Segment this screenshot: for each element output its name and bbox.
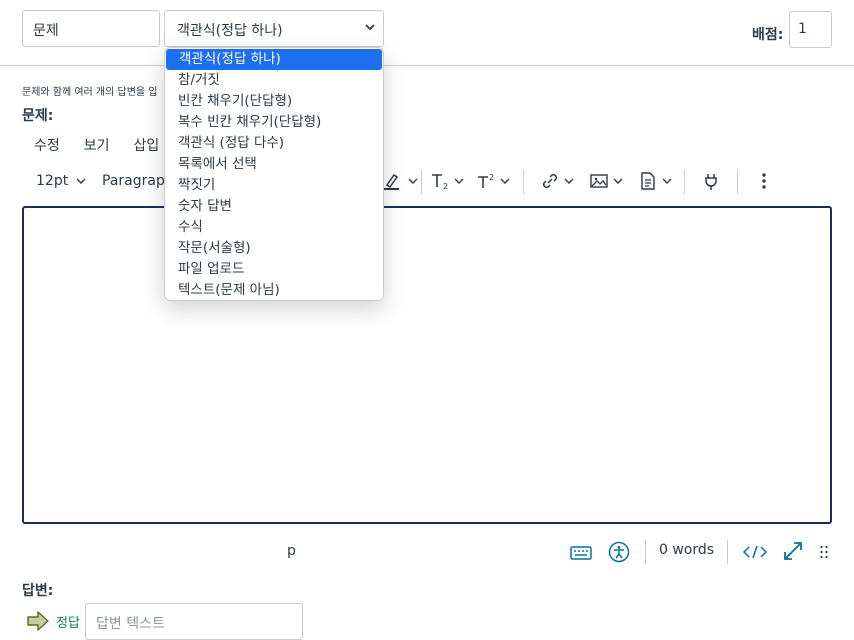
question-type-option[interactable]: 숫자 답변 [165, 196, 383, 217]
question-type-option[interactable]: 객관식(정답 하나) [166, 49, 382, 70]
arrow-right-icon [27, 611, 49, 631]
apps-plugin-button[interactable] [701, 165, 721, 197]
accessibility-icon[interactable] [608, 541, 630, 563]
chevron-down-icon [662, 178, 672, 184]
question-type-option[interactable]: 빈칸 채우기(단답형) [165, 91, 383, 112]
question-type-option[interactable]: 짝짓기 [165, 175, 383, 196]
fullscreen-icon[interactable] [782, 540, 804, 562]
superscript-button[interactable]: 2 [476, 165, 512, 197]
question-type-dropdown: 객관식(정답 하나) 참/거짓 빈칸 채우기(단답형) 복수 빈칸 채우기(단답… [164, 47, 384, 301]
question-type-selected: 객관식(정답 하나) [177, 23, 283, 39]
question-type-option[interactable]: 수식 [165, 217, 383, 238]
question-type-option[interactable]: 복수 빈칸 채우기(단답형) [165, 112, 383, 133]
question-type-option[interactable]: 파일 업로드 [165, 259, 383, 280]
question-type-option[interactable]: 참/거짓 [165, 70, 383, 91]
plug-icon [705, 174, 717, 190]
resize-handle-icon[interactable] [819, 544, 829, 560]
chevron-down-icon [76, 178, 86, 184]
points-input[interactable]: 1 [789, 11, 832, 48]
question-label: 문제: [22, 108, 54, 124]
chevron-down-icon [408, 178, 418, 184]
statusbar-divider [727, 540, 728, 564]
document-button[interactable] [638, 165, 674, 197]
statusbar-divider [645, 540, 646, 564]
chevron-down-icon [365, 24, 375, 31]
points-label: 배점: [752, 27, 784, 43]
word-count: 0 words [659, 542, 715, 558]
question-name-input[interactable]: 문제 [22, 10, 160, 47]
answers-label: 답변: [22, 583, 54, 599]
superscript-icon: 2 [478, 173, 494, 188]
rich-text-editor[interactable] [22, 206, 832, 524]
editor-toolbar: 12pt Paragraph 2 2 [22, 165, 832, 197]
chevron-down-icon [454, 178, 464, 184]
font-size-select[interactable]: 12pt [36, 165, 88, 197]
toolbar-divider [421, 170, 422, 194]
toolbar-divider [737, 170, 738, 194]
question-type-option[interactable]: 목록에서 선택 [165, 154, 383, 175]
html-code-icon[interactable] [742, 543, 768, 561]
chevron-down-icon [613, 178, 623, 184]
correct-answer-label: 정답 [56, 615, 80, 631]
toolbar-divider [684, 170, 685, 194]
link-button[interactable] [540, 165, 576, 197]
highlighter-icon [384, 173, 399, 190]
block-format-value: Paragraph [102, 173, 174, 189]
chevron-down-icon [564, 178, 574, 184]
menu-view[interactable]: 보기 [72, 133, 122, 155]
answer-text-input[interactable]: 답변 텍스트 [85, 603, 303, 640]
svg-text:2: 2 [489, 173, 494, 182]
correct-answer-marker[interactable]: 정답 [26, 602, 80, 640]
link-icon [542, 173, 558, 189]
font-size-value: 12pt [36, 173, 69, 189]
question-type-option[interactable]: 텍스트(문제 아님) [165, 280, 383, 300]
block-format-select[interactable]: Paragraph [102, 165, 174, 197]
question-header: 문제 객관식(정답 하나) 배점: 1 [0, 0, 854, 66]
highlight-color-button[interactable] [382, 165, 420, 197]
keyboard-icon[interactable] [570, 542, 592, 562]
question-type-option[interactable]: 객관식 (정답 다수) [165, 133, 383, 154]
subscript-icon: 2 [432, 174, 448, 191]
menu-edit[interactable]: 수정 [22, 133, 72, 155]
more-vertical-icon [762, 173, 766, 189]
more-options-button[interactable] [756, 165, 772, 197]
subscript-button[interactable]: 2 [430, 165, 466, 197]
question-type-option[interactable]: 작문(서술형) [165, 238, 383, 259]
element-path[interactable]: p [287, 543, 296, 559]
document-icon [641, 172, 655, 190]
image-button[interactable] [589, 165, 625, 197]
question-instructions: 문제와 함께 여러 개의 답변을 입 [22, 87, 158, 98]
editor-statusbar: p 0 words [22, 536, 832, 568]
chevron-down-icon [500, 178, 510, 184]
question-type-select[interactable]: 객관식(정답 하나) [164, 10, 384, 47]
image-icon [590, 174, 608, 188]
svg-text:2: 2 [443, 182, 448, 191]
toolbar-divider [523, 170, 524, 194]
